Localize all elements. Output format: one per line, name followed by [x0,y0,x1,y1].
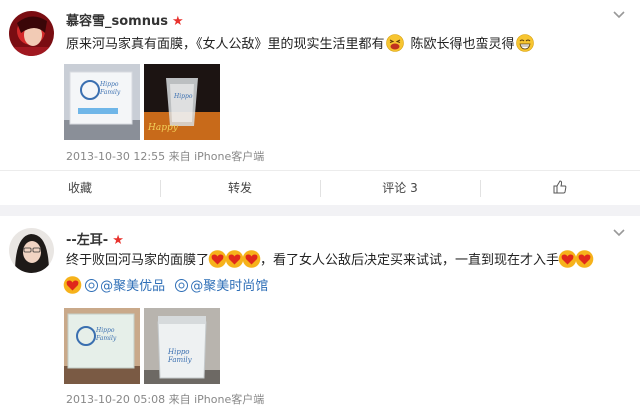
svg-text:Hippo: Hippo [167,348,190,356]
avatar[interactable] [9,11,54,56]
svg-text:Family: Family [99,89,121,96]
repost-button[interactable]: 转发 [160,171,320,205]
username[interactable]: 慕容雪_somnus ★ [66,10,184,29]
post-separator [0,205,640,216]
heart-emoji-icon [242,250,261,268]
mention-link[interactable]: @聚美优品 [100,279,165,294]
svg-text:Happy: Happy [147,123,179,133]
svg-text:Hippo: Hippo [99,81,119,88]
post-image-2[interactable]: Hippo Happy [144,64,220,140]
heart-emoji-icon [63,276,82,294]
mention-icon [85,279,99,292]
heart-emoji-icon [575,250,594,268]
post-timestamp: 2013-10-30 12:55 来自 iPhone客户端 [66,150,265,163]
vip-star-icon: ★ [112,233,124,248]
weibo-post-1: 慕容雪_somnus ★ 原来河马家真有面膜，《女人公敌》里的现实生活里都有 陈欧… [0,0,640,205]
mention-link[interactable]: @聚美时尚馆 [190,279,268,294]
svg-text:Hippo: Hippo [173,93,193,100]
avatar[interactable] [9,228,54,273]
chevron-down-icon[interactable] [610,224,628,242]
action-bar: 收藏 转发 评论 3 [0,170,640,205]
like-button[interactable] [480,171,640,205]
svg-text:Family: Family [95,335,117,342]
comment-button[interactable]: 评论 3 [320,171,480,205]
username[interactable]: --左耳- ★ [66,229,124,248]
grin-emoji-icon [515,34,534,52]
collect-button[interactable]: 收藏 [0,171,160,205]
vip-star-icon: ★ [171,14,184,29]
chevron-down-icon[interactable] [610,6,628,24]
mention-icon [175,279,189,292]
post-timestamp: 2013-10-20 05:08 来自 iPhone客户端 [66,393,265,406]
weibo-post-2: --左耳- ★ 终于败回河马家的面膜了 ，看了女人公敌后决定买来试试，一直到现在才入… [0,216,640,410]
post-image-1[interactable]: Hippo Family [64,64,140,140]
post-image-1[interactable]: Hippo Family [64,308,140,384]
laugh-emoji-icon [385,34,404,52]
post-text: 终于败回河马家的面膜了 ，看了女人公敌后决定买来试试，一直到现在才入手 [66,250,594,272]
post-text: 原来河马家真有面膜，《女人公敌》里的现实生活里都有 陈欧长得也蛮灵得 [66,34,535,56]
post-text-line-2: @聚美优品 @聚美时尚馆 [63,276,268,298]
svg-text:Hippo: Hippo [95,327,115,334]
svg-text:Family: Family [167,356,193,364]
post-image-2[interactable]: Hippo Family [144,308,220,384]
like-thumb-icon [553,180,567,194]
